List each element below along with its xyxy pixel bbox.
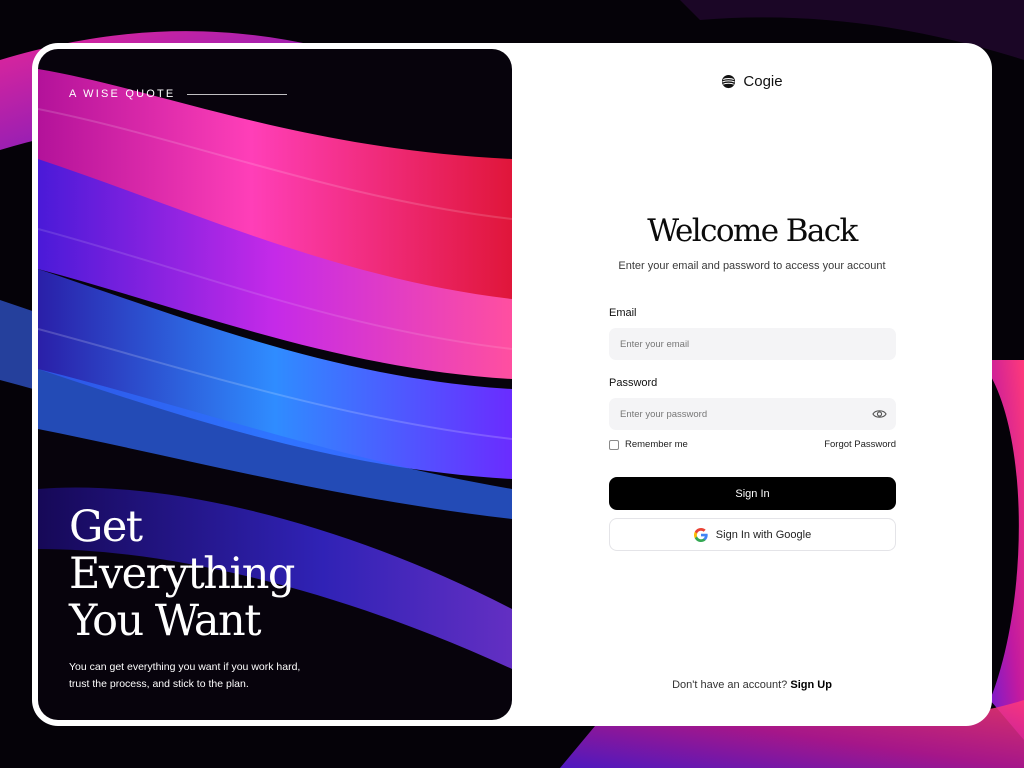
remember-checkbox[interactable] <box>609 439 619 450</box>
hero-subtitle: You can get everything you want if you w… <box>69 661 301 690</box>
password-field[interactable] <box>609 398 896 430</box>
forgot-password-link[interactable]: Forgot Password <box>824 439 896 450</box>
quote-eyebrow-label: A WISE QUOTE <box>69 88 176 100</box>
email-label: Email <box>609 307 637 319</box>
sign-in-button[interactable]: Sign In <box>609 477 896 510</box>
brand-name: Cogie <box>743 73 783 90</box>
signup-prompt: Don't have an account? Sign Up <box>512 679 992 691</box>
signup-prompt-text: Don't have an account? <box>672 679 788 691</box>
password-label: Password <box>609 377 658 389</box>
sign-up-link[interactable]: Sign Up <box>790 679 832 691</box>
remember-row: Remember me Forgot Password <box>609 439 896 450</box>
google-icon <box>693 527 708 542</box>
hero-title-line: You Want <box>69 596 261 646</box>
google-sign-in-button[interactable]: Sign In with Google <box>609 518 896 551</box>
hero-panel: A WISE QUOTE Get Everything You Want You… <box>38 49 512 720</box>
hero-title: Get Everything You Want <box>69 504 389 645</box>
quote-eyebrow: A WISE QUOTE <box>69 88 288 100</box>
login-card: A WISE QUOTE Get Everything You Want You… <box>32 43 992 726</box>
remember-label: Remember me <box>625 439 688 450</box>
brand[interactable]: Cogie <box>512 73 992 90</box>
page-subtitle: Enter your email and password to access … <box>618 260 886 272</box>
page-title: Welcome Back <box>647 213 858 249</box>
remember-me[interactable]: Remember me <box>609 439 688 450</box>
login-form: Email Password Remember me Forgot Passwo… <box>609 307 896 551</box>
cogie-logo-icon <box>722 74 736 89</box>
eye-icon[interactable] <box>872 407 887 421</box>
email-field-wrapper <box>609 328 896 360</box>
hero-title-line: Everything <box>69 549 295 599</box>
google-sign-in-label: Sign In with Google <box>715 528 812 541</box>
login-panel: Cogie Welcome Back Enter your email and … <box>512 43 992 726</box>
password-field-wrapper <box>609 398 896 430</box>
quote-divider <box>187 93 288 95</box>
hero-title-line: Get <box>69 502 143 552</box>
email-field[interactable] <box>609 328 896 360</box>
